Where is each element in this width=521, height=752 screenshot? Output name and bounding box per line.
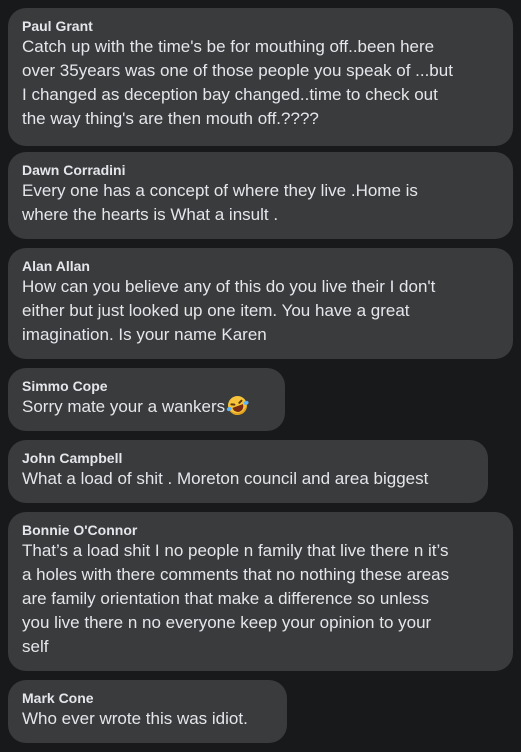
comment-bubble: Dawn Corradini Every one has a concept o… — [8, 152, 513, 239]
comment-bubble: Mark Cone Who ever wrote this was idiot. — [8, 680, 287, 743]
comment-bubble: Paul Grant Catch up with the time's be f… — [8, 8, 513, 146]
comment-text-line: I changed as deception bay changed..time… — [22, 85, 438, 104]
comment-author-link[interactable]: Bonnie O'Connor — [22, 521, 499, 539]
comment-author-link[interactable]: Simmo Cope — [22, 377, 271, 395]
comment-bubble: John Campbell What a load of shit . More… — [8, 440, 488, 503]
comment-author-link[interactable]: Mark Cone — [22, 689, 273, 707]
comment-author-link[interactable]: Alan Allan — [22, 257, 499, 275]
comment-text: How can you believe any of this do you l… — [22, 275, 499, 347]
comment-text-line: Who ever wrote this was idiot. — [22, 709, 248, 728]
comment-text-line: Sorry mate your a wankers — [22, 397, 226, 416]
comment-text-line: you live there n no everyone keep your o… — [22, 613, 432, 632]
comment-text-line: where the hearts is What a insult . — [22, 205, 279, 224]
comment-text-line: the way thing's are then mouth off.???? — [22, 109, 319, 128]
comment-text-line: Every one has a concept of where they li… — [22, 181, 418, 200]
comment-text-line: Catch up with the time's be for mouthing… — [22, 37, 435, 56]
comment-bubble: Simmo Cope Sorry mate your a wankers — [8, 368, 285, 431]
comment-author-link[interactable]: John Campbell — [22, 449, 474, 467]
comment-text-line: over 35years was one of those people you… — [22, 61, 453, 80]
comment-text: Catch up with the time's be for mouthing… — [22, 35, 499, 131]
comment-author-link[interactable]: Paul Grant — [22, 17, 499, 35]
comment-text-line: either but just looked up one item. You … — [22, 301, 410, 320]
comment-text: Every one has a concept of where they li… — [22, 179, 499, 227]
comment-author-link[interactable]: Dawn Corradini — [22, 161, 499, 179]
comment-text-line: are family orientation that make a diffe… — [22, 589, 429, 608]
comment-bubble: Alan Allan How can you believe any of th… — [8, 248, 513, 359]
comment-text-line: That’s a load shit I no people n family … — [22, 541, 449, 560]
comment-text-line: self — [22, 637, 49, 656]
comment-text: Who ever wrote this was idiot. — [22, 707, 273, 731]
rolling-on-floor-laughing-emoji — [225, 393, 250, 418]
comment-text: What a load of shit . Moreton council an… — [22, 467, 474, 491]
comment-text-line: How can you believe any of this do you l… — [22, 277, 436, 296]
comment-text-line: imagination. Is your name Karen — [22, 325, 267, 344]
comment-text-line: What a load of shit . Moreton council an… — [22, 469, 429, 488]
comment-text-line: a holes with there comments that no noth… — [22, 565, 450, 584]
comment-bubble: Bonnie O'Connor That’s a load shit I no … — [8, 512, 513, 671]
comment-text: That’s a load shit I no people n family … — [22, 539, 499, 659]
comment-text: Sorry mate your a wankers — [22, 393, 271, 419]
